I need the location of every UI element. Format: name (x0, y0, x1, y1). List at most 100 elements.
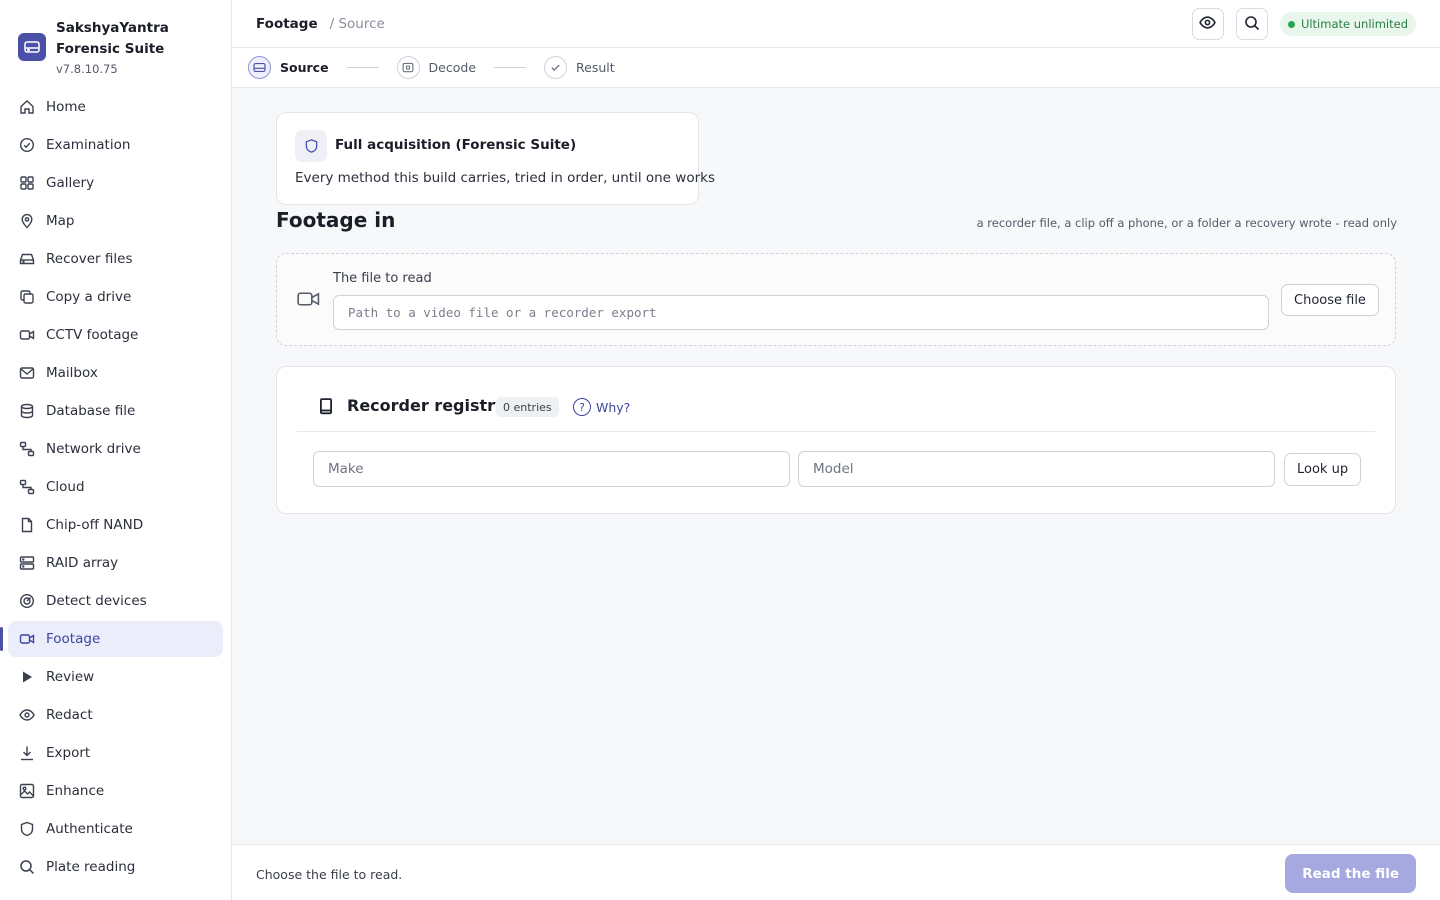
sidebar-item-plate-reading[interactable]: Plate reading (8, 849, 223, 885)
eye-icon (19, 707, 35, 723)
step-source[interactable]: Source (248, 56, 329, 79)
sidebar-item-detect-devices[interactable]: Detect devices (8, 583, 223, 619)
choose-file-button[interactable]: Choose file (1281, 284, 1379, 316)
search-icon (19, 859, 35, 875)
breadcrumb-rest: / Source (329, 15, 385, 32)
section-title: Footage in (276, 208, 396, 232)
section-note: a recorder file, a clip off a phone, or … (976, 216, 1397, 230)
sidebar-item-enhance[interactable]: Enhance (8, 773, 223, 809)
sidebar-item-export[interactable]: Export (8, 735, 223, 771)
search-button[interactable] (1235, 8, 1268, 40)
sidebar-nav: Home Examination Gallery Map Recover fil… (0, 89, 223, 887)
download-icon (19, 745, 35, 761)
video-icon (19, 327, 35, 343)
divider (297, 431, 1375, 432)
drive-logo-icon (18, 33, 46, 61)
step-result[interactable]: Result (544, 56, 615, 79)
step-label: Decode (428, 60, 477, 75)
read-file-button[interactable]: Read the file (1285, 854, 1416, 893)
sidebar-item-authenticate[interactable]: Authenticate (8, 811, 223, 847)
server-icon (19, 555, 35, 571)
sidebar-item-label: CCTV footage (46, 327, 139, 343)
sidebar-item-cctv-footage[interactable]: CCTV footage (8, 317, 223, 353)
check-icon (544, 56, 568, 79)
step-label: Result (576, 60, 615, 75)
hard-drive-icon (19, 251, 35, 267)
file-drop-zone[interactable]: The file to read Choose file (276, 253, 1396, 346)
sidebar-item-gallery[interactable]: Gallery (8, 165, 223, 201)
registry-title: Recorder registry (347, 396, 506, 415)
sidebar-item-recover-files[interactable]: Recover files (8, 241, 223, 277)
sidebar-item-copy-a-drive[interactable]: Copy a drive (8, 279, 223, 315)
app-name: SakshyaYantra Forensic Suite (56, 20, 169, 57)
sidebar-item-label: Home (46, 99, 86, 115)
sidebar-item-chip-off-nand[interactable]: Chip-off NAND (8, 507, 223, 543)
video-icon (297, 290, 320, 312)
app-version: v7.8.10.75 (56, 62, 118, 76)
database-icon (19, 403, 35, 419)
model-input[interactable] (798, 451, 1275, 487)
sidebar-item-network-drive[interactable]: Network drive (8, 431, 223, 467)
sidebar-item-footage[interactable]: Footage (0, 621, 223, 657)
drive-icon (248, 56, 271, 79)
sidebar-item-home[interactable]: Home (8, 89, 223, 125)
grid-icon (19, 175, 35, 191)
sidebar-item-label: Review (46, 669, 95, 685)
sidebar-item-label: Map (46, 213, 75, 229)
acquisition-mode-card: Full acquisition (Forensic Suite) Every … (276, 112, 715, 205)
sidebar-item-database-file[interactable]: Database file (8, 393, 223, 429)
chip-icon (396, 56, 420, 79)
why-link[interactable]: ? Why? (573, 398, 630, 416)
status-dot-icon (1287, 20, 1295, 28)
sidebar-item-mailbox[interactable]: Mailbox (8, 355, 223, 391)
sidebar-item-label: Recover files (46, 251, 133, 267)
preview-button[interactable] (1191, 8, 1224, 40)
sidebar-item-redact[interactable]: Redact (8, 697, 223, 733)
plan-badge-label: Ultimate unlimited (1300, 17, 1408, 31)
sidebar-item-label: Cloud (46, 479, 85, 495)
stepper: Source Decode Result (232, 48, 1440, 88)
step-label: Source (280, 60, 329, 75)
sidebar-item-label: Enhance (46, 783, 105, 799)
recorder-registry-card: Recorder registry 0 entries ? Why? Look … (276, 366, 1396, 514)
step-connector (494, 67, 527, 68)
copy-icon (19, 289, 35, 305)
sidebar-item-label: RAID array (46, 555, 119, 571)
footer-bar: Choose the file to read. Read the file (232, 844, 1440, 900)
book-icon (319, 398, 333, 419)
search-icon (1244, 15, 1260, 34)
look-up-button[interactable]: Look up (1284, 453, 1362, 486)
breadcrumb-current: Footage (256, 15, 318, 32)
image-icon (19, 783, 35, 799)
step-decode[interactable]: Decode (396, 56, 477, 79)
sidebar-item-label: Mailbox (46, 365, 98, 381)
plan-badge: Ultimate unlimited (1279, 12, 1416, 36)
sidebar-item-examination[interactable]: Examination (8, 127, 223, 163)
sidebar-item-label: Copy a drive (46, 289, 132, 305)
mail-icon (19, 365, 35, 381)
file-icon (19, 517, 35, 533)
map-pin-icon (19, 213, 35, 229)
file-path-input[interactable] (333, 295, 1269, 330)
sidebar-item-raid-array[interactable]: RAID array (8, 545, 223, 581)
brand: SakshyaYantra Forensic Suite v7.8.10.75 (18, 18, 226, 76)
top-bar: Footage / Source Ultimate unlimited (232, 0, 1440, 48)
mode-title: Full acquisition (Forensic Suite) (335, 137, 577, 153)
sidebar-item-label: Chip-off NAND (46, 517, 144, 533)
network-icon (19, 479, 35, 495)
shield-icon (19, 821, 35, 837)
sidebar-item-label: Network drive (46, 441, 141, 457)
sidebar-item-label: Export (46, 745, 91, 761)
network-icon (19, 441, 35, 457)
mode-description: Every method this build carries, tried i… (295, 170, 715, 186)
registry-count-badge: 0 entries (496, 397, 559, 417)
why-label: Why? (596, 399, 631, 415)
sidebar-item-review[interactable]: Review (8, 659, 223, 695)
radar-icon (19, 593, 35, 609)
make-input[interactable] (313, 451, 790, 487)
footer-message: Choose the file to read. (256, 867, 403, 882)
check-circle-icon (19, 137, 35, 153)
sidebar-item-map[interactable]: Map (8, 203, 223, 239)
sidebar-item-cloud[interactable]: Cloud (8, 469, 223, 505)
sidebar-item-label: Examination (46, 137, 131, 153)
